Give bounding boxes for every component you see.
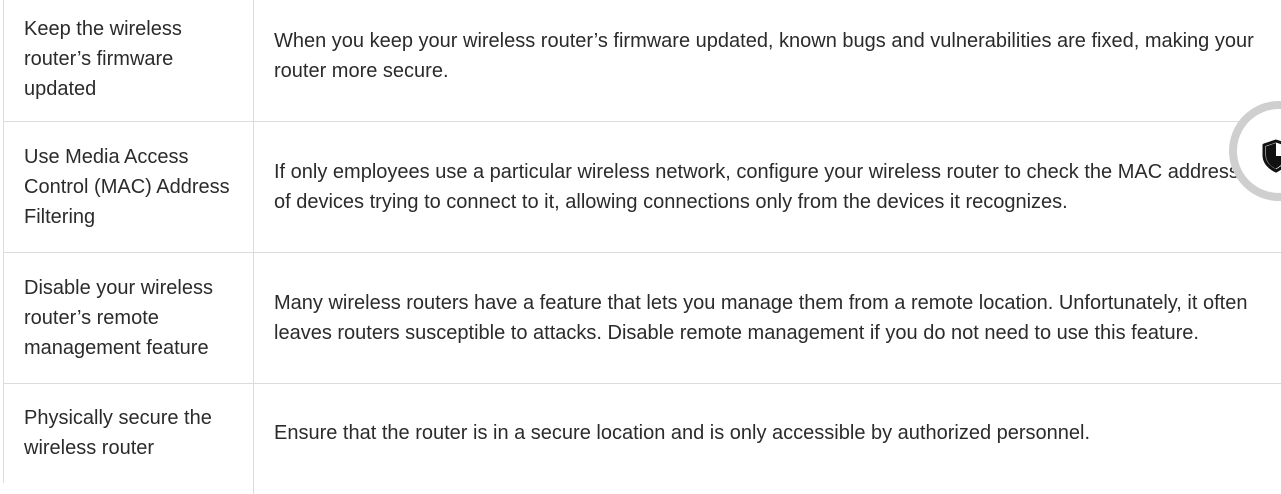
table-row: Keep the wireless router’s firmware upda… (4, 0, 1281, 122)
tip-description: Many wireless routers have a feature tha… (254, 253, 1281, 383)
table-row: Physically secure the wireless router En… (4, 384, 1281, 494)
tip-description-text: Ensure that the router is in a secure lo… (274, 422, 1091, 444)
tip-title-text: Physically secure the wireless router (24, 407, 212, 459)
tip-description-text: When you keep your wireless router’s fir… (274, 30, 1254, 82)
tip-description: When you keep your wireless router’s fir… (254, 0, 1281, 121)
shield-icon (1262, 139, 1281, 173)
tip-title: Use Media Access Control (MAC) Address F… (4, 122, 254, 252)
tip-title-text: Keep the wireless router’s firmware upda… (24, 18, 182, 100)
table-row: Disable your wireless router’s remote ma… (4, 253, 1281, 384)
tip-title: Keep the wireless router’s firmware upda… (4, 0, 254, 121)
security-tips-table: Keep the wireless router’s firmware upda… (3, 0, 1281, 494)
tip-title: Disable your wireless router’s remote ma… (4, 253, 254, 383)
tip-title-text: Use Media Access Control (MAC) Address F… (24, 146, 230, 228)
table-row: Use Media Access Control (MAC) Address F… (4, 122, 1281, 253)
tip-description-text: Many wireless routers have a feature tha… (274, 292, 1248, 344)
tip-description: Ensure that the router is in a secure lo… (254, 384, 1281, 494)
tip-title-text: Disable your wireless router’s remote ma… (24, 277, 213, 359)
tip-title: Physically secure the wireless router (4, 384, 254, 494)
tip-description: If only employees use a particular wirel… (254, 122, 1281, 252)
tip-description-text: If only employees use a particular wirel… (274, 161, 1260, 213)
